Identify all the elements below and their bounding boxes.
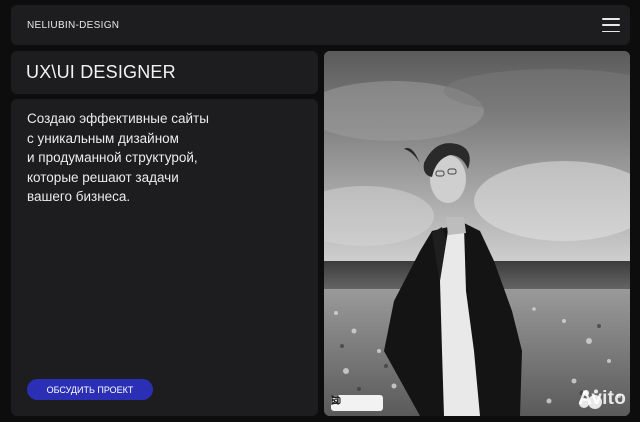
title-card: UX\UI DESIGNER bbox=[11, 51, 318, 94]
description-line: вашего бизнеса. bbox=[27, 189, 131, 204]
avito-logo-icon bbox=[579, 389, 603, 409]
avito-watermark: Avito bbox=[578, 388, 626, 410]
description-line: Создаю эффективные сайты bbox=[27, 111, 209, 126]
camera-search-icon[interactable] bbox=[331, 396, 363, 409]
description-card: Создаю эффективные сайты с уникальным ди… bbox=[11, 99, 318, 416]
brand-logo[interactable]: NELIUBIN-DESIGN bbox=[27, 20, 119, 31]
hero-description: Создаю эффективные сайты с уникальным ди… bbox=[27, 109, 297, 207]
description-line: с уникальным дизайном bbox=[27, 130, 179, 146]
menu-line bbox=[602, 30, 620, 32]
description-line: которые решают задачи bbox=[27, 169, 179, 185]
hamburger-menu-icon[interactable] bbox=[602, 18, 620, 32]
page-title: UX\UI DESIGNER bbox=[26, 62, 176, 82]
site-header: NELIUBIN-DESIGN bbox=[11, 5, 630, 45]
menu-line bbox=[602, 24, 620, 26]
menu-line bbox=[602, 18, 620, 20]
discuss-project-button[interactable]: ОБСУДИТЬ ПРОЕКТ bbox=[27, 379, 153, 400]
portrait-photo: Avito bbox=[324, 51, 630, 416]
portrait-image bbox=[324, 51, 630, 416]
more-vertical-icon[interactable] bbox=[332, 395, 379, 409]
description-line: и продуманной структурой, bbox=[27, 150, 198, 165]
photo-toolbar bbox=[331, 395, 383, 411]
